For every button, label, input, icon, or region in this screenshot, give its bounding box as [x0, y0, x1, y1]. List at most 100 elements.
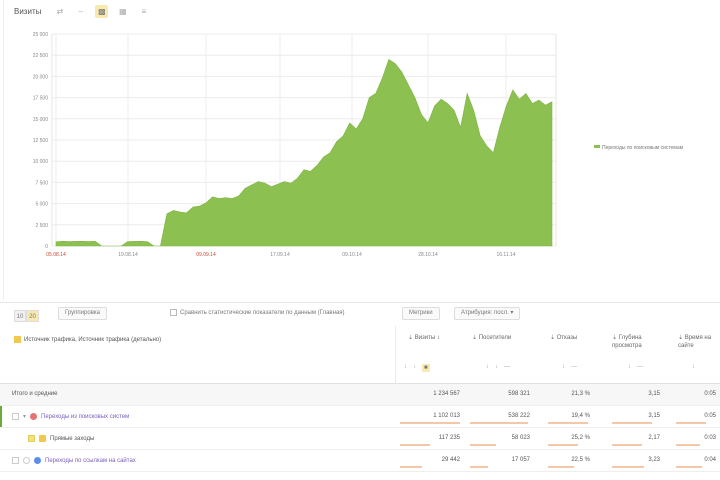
y-tick-label: 5 000	[35, 202, 48, 208]
group-button[interactable]: Группировка	[58, 307, 107, 320]
value-bar	[548, 444, 578, 446]
value-bar	[470, 422, 528, 424]
row-checkbox[interactable]	[12, 457, 19, 464]
sort-controls-visitors: ↕ ↓ —	[486, 364, 510, 370]
sort-icon[interactable]: ↓	[495, 364, 498, 370]
row-visits: 117 235	[438, 435, 460, 441]
row-label[interactable]: Переходы по ссылкам на сайтах	[45, 458, 136, 464]
metrics-button[interactable]: Метрики	[402, 307, 440, 320]
y-tick-label: 20 000	[33, 74, 49, 80]
search-engine-icon	[30, 413, 38, 420]
row-time: 0:04	[704, 457, 716, 463]
col-header-visitors[interactable]: ⇣ Посетители	[472, 334, 532, 342]
value-bar	[612, 466, 644, 468]
row-depth: 2,17	[648, 435, 660, 441]
sort-controls-bounce: ↕ —	[562, 364, 577, 370]
sort-active-icon[interactable]: ■	[422, 364, 430, 372]
row-visits: 29 442	[441, 457, 460, 463]
value-bar	[400, 444, 430, 446]
sort-icon[interactable]: —	[637, 364, 643, 370]
col-header-depth[interactable]: ⇣ Глубина просмотра	[612, 334, 662, 350]
x-tick-label: 09.10.14	[342, 252, 362, 258]
y-tick-label: 2 500	[35, 223, 48, 229]
total-depth: 3,15	[648, 391, 660, 397]
page-size-20[interactable]: 20	[26, 310, 39, 322]
table-controls: 10 20	[0, 302, 720, 326]
dimension-checkbox[interactable]	[14, 336, 21, 343]
page-size-toggle: 10 20	[14, 310, 39, 322]
row-visitors: 17 057	[511, 457, 530, 463]
row-visitors: 538 222	[508, 413, 530, 419]
x-tick-label: 05.08.14	[46, 252, 66, 258]
x-tick-label: 17.09.14	[270, 252, 290, 258]
link-icon	[34, 457, 41, 464]
total-time: 0:05	[704, 391, 716, 397]
total-bounce: 21,3 %	[571, 391, 590, 397]
row-time: 0:05	[704, 413, 716, 419]
total-visitors: 598 321	[508, 391, 530, 397]
row-radio[interactable]	[23, 457, 30, 464]
x-tick-label: 16.11.14	[496, 252, 515, 258]
sort-icon[interactable]: ↓	[413, 364, 416, 372]
value-bar	[612, 444, 642, 446]
value-bar	[470, 466, 488, 468]
attribution-select[interactable]: Атрибуция: посл. ▾	[454, 307, 521, 320]
y-tick-label: 15 000	[33, 117, 49, 123]
row-visitors: 58 023	[511, 435, 530, 441]
value-bar	[676, 444, 700, 446]
value-bar	[676, 422, 706, 424]
row-time: 0:03	[704, 435, 716, 441]
value-bar	[548, 466, 574, 468]
value-bar	[548, 422, 588, 424]
sort-icon[interactable]: ↕	[486, 364, 489, 370]
row-bounce: 22,5 %	[571, 457, 590, 463]
sort-icon[interactable]: ↕	[562, 364, 565, 370]
row-label[interactable]: Прямые заходы	[50, 436, 94, 442]
y-tick-label: 7 500	[35, 180, 48, 186]
compare-option[interactable]: Сравнить статистические показатели по да…	[170, 309, 345, 316]
sort-controls-time: ↕	[692, 364, 695, 370]
col-header-visits[interactable]: ⇣ Визиты ↕	[408, 334, 458, 342]
sort-icon[interactable]: ↕	[404, 364, 407, 372]
x-tick-label: 19.08.14	[118, 252, 138, 258]
page-size-10[interactable]: 10	[14, 310, 26, 322]
compare-checkbox[interactable]	[170, 309, 177, 316]
row-depth: 3,15	[648, 413, 660, 419]
sort-icon[interactable]: —	[571, 364, 577, 370]
dimension-header[interactable]: Источник трафика, Источник трафика (дета…	[24, 337, 161, 343]
value-bar	[400, 422, 460, 424]
table-row[interactable]: Прямые заходы 117 235 58 023 25,2 % 2,17…	[0, 428, 720, 450]
value-bar	[470, 444, 496, 446]
row-bounce: 25,2 %	[571, 435, 590, 441]
y-tick-label: 10 000	[33, 159, 49, 165]
sort-icon[interactable]: ↕	[628, 364, 631, 370]
table-totals-row: Итого и средние 1 234 567 598 321 21,3 %…	[0, 384, 720, 406]
row-label[interactable]: Переходы из поисковых систем	[41, 414, 129, 420]
legend-swatch	[594, 145, 600, 148]
value-bar	[612, 422, 652, 424]
y-tick-label: 17 500	[33, 96, 49, 102]
table-row[interactable]: ▾ Переходы из поисковых систем 1 102 013…	[0, 406, 720, 428]
col-header-bounce[interactable]: ⇣ Отказы	[550, 334, 600, 342]
y-tick-label: 12 500	[33, 138, 49, 144]
legend-label: Переходы по поисковым системам	[602, 145, 684, 151]
expand-icon[interactable]: ▾	[23, 413, 26, 420]
compare-label: Сравнить статистические показатели по да…	[180, 310, 345, 317]
row-bounce: 19,4 %	[571, 413, 590, 419]
row-checkbox[interactable]	[12, 413, 19, 420]
table-row[interactable]: Переходы по ссылкам на сайтах 29 442 17 …	[0, 450, 720, 472]
sort-icon[interactable]: ↕	[692, 364, 695, 370]
total-visits: 1 234 567	[433, 391, 460, 397]
sort-icon[interactable]: —	[504, 364, 510, 370]
row-checkbox[interactable]	[28, 435, 35, 442]
table-header: Источник трафика, Источник трафика (дета…	[0, 326, 720, 384]
direct-visit-icon	[39, 435, 46, 442]
sort-controls-depth: ↕ —	[628, 364, 643, 370]
col-header-time[interactable]: ⇣ Время на сайте	[678, 334, 718, 350]
y-tick-label: 0	[45, 244, 48, 250]
y-tick-label: 25 000	[33, 32, 49, 38]
value-bar	[400, 466, 422, 468]
value-bar	[676, 466, 702, 468]
x-tick-label: 09.09.14	[196, 252, 216, 258]
traffic-area-chart: 25 000 22 500 20 000 17 500 15 000 12 500 10 0…	[33, 32, 684, 258]
